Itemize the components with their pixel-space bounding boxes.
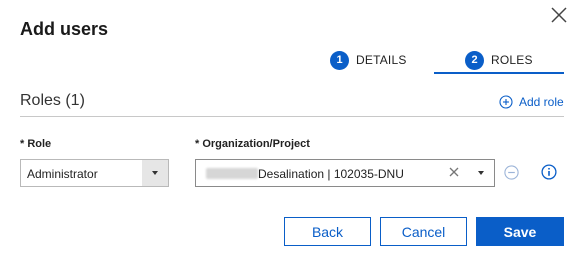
info-icon[interactable] [541, 164, 557, 180]
step-number-badge: 2 [465, 50, 484, 70]
step-label: DETAILS [356, 53, 407, 67]
active-step-indicator [434, 72, 564, 74]
role-select-value: Administrator [27, 167, 98, 181]
close-icon[interactable] [550, 6, 568, 24]
org-project-select[interactable]: Desalination | 102035-DNU [195, 159, 495, 187]
org-field-label: * Organization/Project [195, 138, 310, 150]
step-number-badge: 1 [330, 50, 349, 70]
add-role-label: Add role [519, 95, 564, 109]
add-role-button[interactable]: Add role [499, 95, 564, 109]
step-details[interactable]: 1 DETAILS [330, 50, 407, 70]
redacted-text [206, 168, 258, 179]
roles-section-title: Roles (1) [20, 92, 85, 109]
clear-icon[interactable] [448, 165, 460, 179]
add-circle-icon [499, 95, 513, 109]
org-dropdown-button[interactable] [478, 171, 484, 175]
role-select[interactable]: Administrator [20, 159, 169, 187]
chevron-down-icon [152, 171, 158, 175]
step-label: ROLES [491, 53, 533, 67]
remove-role-icon[interactable] [504, 165, 519, 180]
back-button[interactable]: Back [284, 217, 371, 246]
org-select-value: Desalination | 102035-DNU [258, 167, 404, 181]
role-field-label: * Role [20, 138, 52, 150]
role-dropdown-button[interactable] [142, 160, 168, 186]
dialog-title: Add users [20, 19, 109, 39]
chevron-down-icon [478, 171, 484, 175]
save-button[interactable]: Save [476, 217, 564, 246]
cancel-button[interactable]: Cancel [380, 217, 467, 246]
section-divider [20, 116, 564, 117]
step-roles[interactable]: 2 ROLES [465, 50, 533, 70]
